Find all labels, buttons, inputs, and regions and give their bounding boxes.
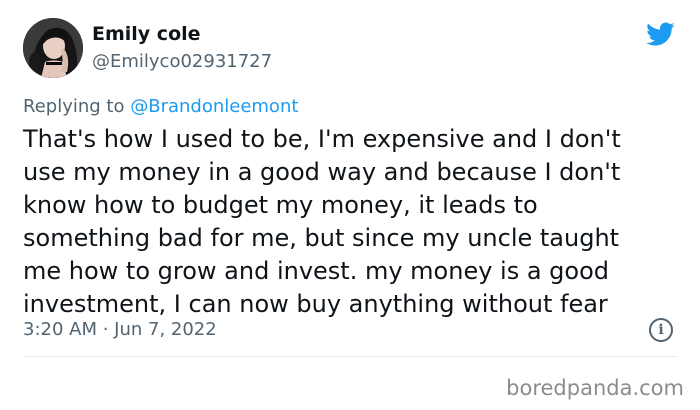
divider — [23, 356, 677, 357]
user-handle[interactable]: @Emilyco02931727 — [92, 51, 272, 73]
tweet-text-line: something bad for me, but since my uncle… — [23, 224, 620, 252]
tweet-card: Emily cole @Emilyco02931727 Replying to … — [0, 0, 700, 410]
avatar[interactable] — [23, 18, 83, 78]
tweet-timestamp[interactable]: 3:20 AM · Jun 7, 2022 — [23, 319, 217, 341]
replying-to-label: Replying to — [23, 96, 125, 117]
tweet-text-line: use my money in a good way and because I… — [23, 158, 621, 186]
twitter-bird-icon[interactable] — [643, 19, 677, 49]
info-icon[interactable]: i — [649, 318, 673, 342]
watermark: boredpanda.com — [506, 376, 684, 400]
tweet-text: That's how I used to be, I'm expensive a… — [23, 123, 683, 321]
tweet-text-line: know how to budget my money, it leads to — [23, 191, 538, 219]
display-name[interactable]: Emily cole — [92, 22, 201, 46]
replying-to-line: Replying to @Brandonleemont — [23, 96, 298, 118]
tweet-text-line: That's how I used to be, I'm expensive a… — [23, 125, 621, 153]
tweet-text-line: me how to grow and invest. my money is a… — [23, 257, 610, 285]
avatar-image — [23, 18, 83, 78]
tweet-text-line: investment, I can now buy anything witho… — [23, 290, 608, 318]
info-icon-glyph: i — [658, 322, 664, 338]
replying-to-link[interactable]: @Brandonleemont — [130, 96, 298, 117]
